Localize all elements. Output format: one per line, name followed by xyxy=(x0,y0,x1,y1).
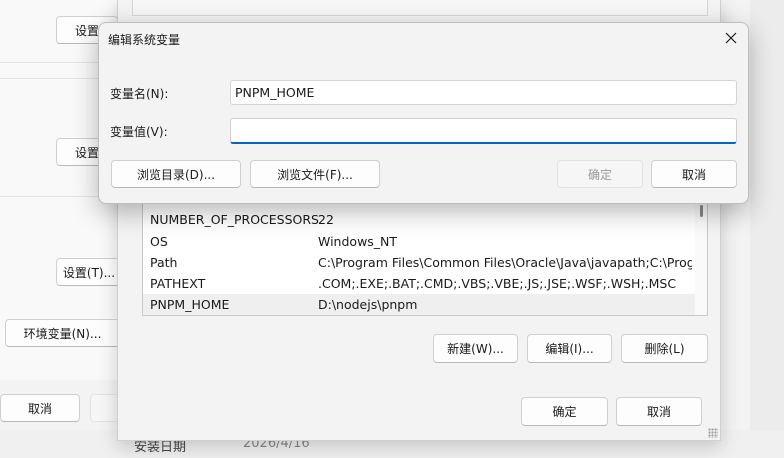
variable-name: Path xyxy=(150,255,178,270)
variable-value: D:\nodejs\pnpm xyxy=(318,297,418,312)
table-row-selected[interactable]: PNPM_HOME D:\nodejs\pnpm xyxy=(143,294,695,315)
dialog-title: 编辑系统变量 xyxy=(108,33,181,47)
variable-value-label: 变量值(V): xyxy=(110,125,168,139)
ok-button[interactable]: 确定 xyxy=(521,397,608,426)
apply-button[interactable] xyxy=(90,394,120,422)
edit-system-variable-dialog: 编辑系统变量 变量名(N): 变量值(V): 浏览目录(D)... 浏览文件(F… xyxy=(98,22,749,204)
variable-value-field[interactable] xyxy=(230,118,737,144)
variable-value: 22 xyxy=(318,212,334,227)
edit-variable-button[interactable]: 编辑(I)... xyxy=(527,334,612,363)
system-variables-list[interactable]: NUMBER_OF_PROCESSORS 22 OS Windows_NT Pa… xyxy=(142,200,708,316)
cancel-button[interactable]: 取消 xyxy=(0,394,80,422)
system-properties-footer: 取消 xyxy=(0,380,120,430)
vertical-scrollbar[interactable] xyxy=(695,201,707,315)
table-row[interactable]: OS Windows_NT xyxy=(143,231,695,252)
variable-value: .COM;.EXE;.BAT;.CMD;.VBS;.VBE;.JS;.JSE;.… xyxy=(318,276,677,291)
variable-value: Windows_NT xyxy=(318,234,398,249)
background-window xyxy=(750,0,784,430)
delete-variable-button[interactable]: 删除(L) xyxy=(621,334,708,363)
table-row[interactable]: NUMBER_OF_PROCESSORS 22 xyxy=(143,209,695,230)
user-variables-group xyxy=(132,0,708,16)
browse-file-button[interactable]: 浏览文件(F)... xyxy=(250,160,380,188)
title-bar[interactable]: 编辑系统变量 xyxy=(99,23,748,53)
environment-variables-button[interactable]: 环境变量(N)... xyxy=(5,319,120,347)
variable-name: OS xyxy=(150,234,168,249)
close-icon[interactable] xyxy=(720,27,742,49)
variable-name-label: 变量名(N): xyxy=(110,87,169,101)
cancel-button[interactable]: 取消 xyxy=(651,160,737,188)
scrollbar-thumb[interactable] xyxy=(700,205,703,217)
variable-name: PNPM_HOME xyxy=(150,297,230,312)
cancel-button[interactable]: 取消 xyxy=(616,397,702,426)
variable-value: C:\Program Files\Common Files\Oracle\Jav… xyxy=(318,255,692,270)
ok-button[interactable]: 确定 xyxy=(557,160,643,188)
new-variable-button[interactable]: 新建(W)... xyxy=(433,334,518,363)
variable-name: NUMBER_OF_PROCESSORS xyxy=(150,212,319,227)
variable-name: PATHEXT xyxy=(150,276,206,291)
table-row[interactable]: PATHEXT .COM;.EXE;.BAT;.CMD;.VBS;.VBE;.J… xyxy=(143,273,695,294)
table-row[interactable]: Path C:\Program Files\Common Files\Oracl… xyxy=(143,252,695,273)
resize-grip-icon[interactable] xyxy=(708,428,718,438)
startup-settings-button[interactable]: 设置(T)... xyxy=(56,258,122,286)
variable-name-field[interactable] xyxy=(230,80,737,105)
browse-directory-button[interactable]: 浏览目录(D)... xyxy=(111,160,241,188)
